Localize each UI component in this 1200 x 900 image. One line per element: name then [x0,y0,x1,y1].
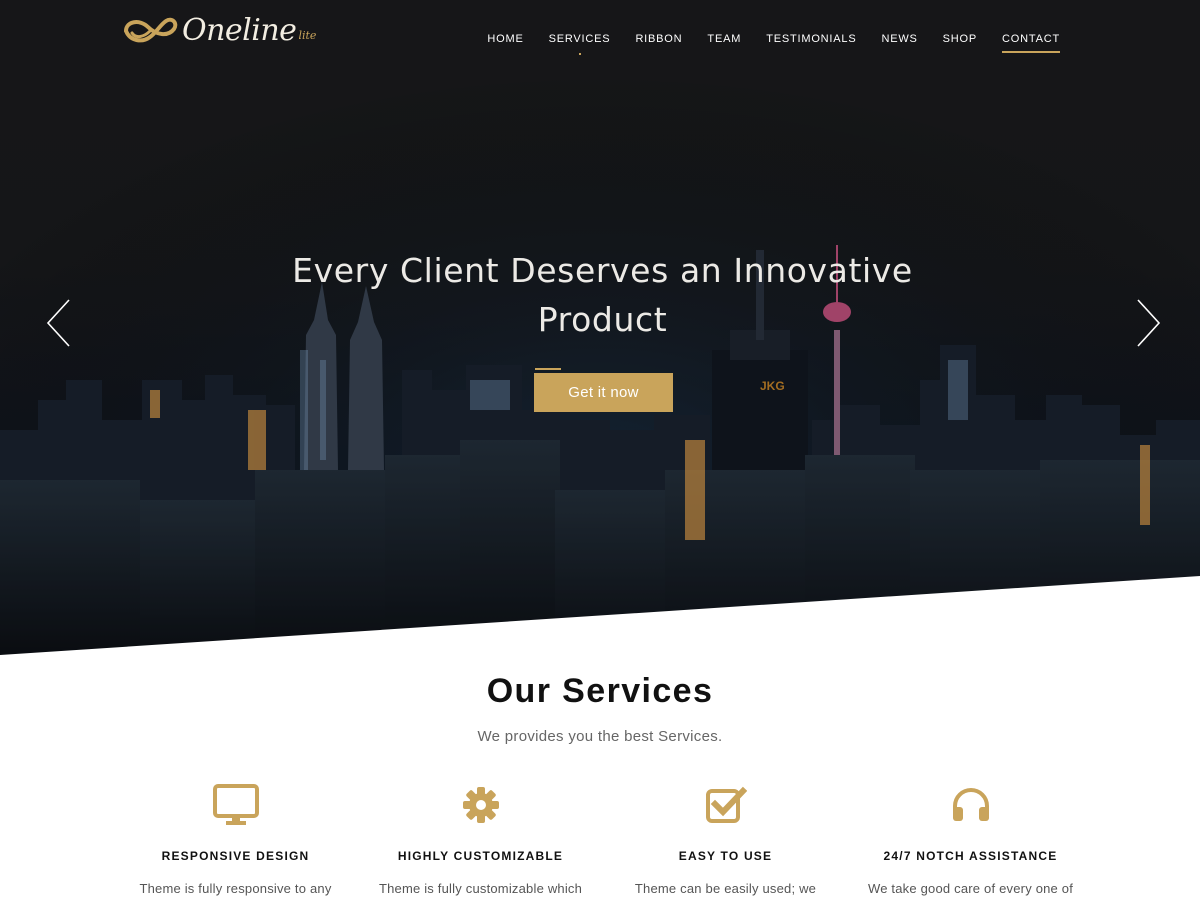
service-name: HIGHLY CUSTOMIZABLE [397,849,564,863]
nav-item-ribbon[interactable]: RIBBON [635,30,682,53]
chevron-left-icon[interactable] [44,297,74,349]
nav-dropdown-indicator [578,53,581,55]
service-card-responsive: RESPONSIVE DESIGN Theme is fully respons… [113,782,358,900]
logo-swirl-icon [123,17,178,43]
get-it-now-button[interactable]: Get it now [534,373,673,412]
checkbox-icon [705,786,747,823]
nav-item-services-label: SERVICES [548,33,611,45]
logo-suffix: lite [298,28,317,42]
nav-item-testimonials[interactable]: TESTIMONIALS [766,30,856,53]
angled-section-divider [0,576,1200,660]
services-title: Our Services [486,672,714,710]
service-name: 24/7 NOTCH ASSISTANCE [883,849,1058,863]
service-description: Theme can be easily used; we [634,881,817,896]
nav-item-home[interactable]: HOME [487,30,523,53]
logo-text: Oneline [182,12,297,48]
service-name: RESPONSIVE DESIGN [161,849,310,863]
nav-item-contact[interactable]: CONTACT [1002,30,1060,53]
site-logo[interactable]: Oneline lite [122,10,316,50]
service-name: EASY TO USE [678,849,773,863]
nav-item-shop[interactable]: SHOP [943,30,977,53]
gear-icon [462,787,499,823]
services-subtitle: We provides you the best Services. [477,728,723,745]
nav-item-services[interactable]: SERVICES [548,30,611,55]
service-description: We take good care of every one of [867,881,1074,896]
service-description: Theme is fully responsive to any [139,881,332,896]
service-card-easy: EASY TO USE Theme can be easily used; we [603,782,848,900]
chevron-right-icon[interactable] [1133,297,1163,349]
button-accent-line [535,368,561,370]
monitor-icon [212,784,259,825]
nav-item-team[interactable]: TEAM [707,30,741,53]
nav-item-news[interactable]: NEWS [881,30,917,53]
service-card-assistance: 24/7 NOTCH ASSISTANCE We take good care … [848,782,1093,900]
service-card-customizable: HIGHLY CUSTOMIZABLE Theme is fully custo… [358,782,603,900]
headphones-icon [952,788,989,821]
main-navigation: HOME SERVICES RIBBON TEAM TESTIMONIALS N… [462,30,1060,55]
service-description: Theme is fully customizable which [378,881,583,896]
hero-title: Every Client Deserves an Innovative Prod… [292,251,913,339]
